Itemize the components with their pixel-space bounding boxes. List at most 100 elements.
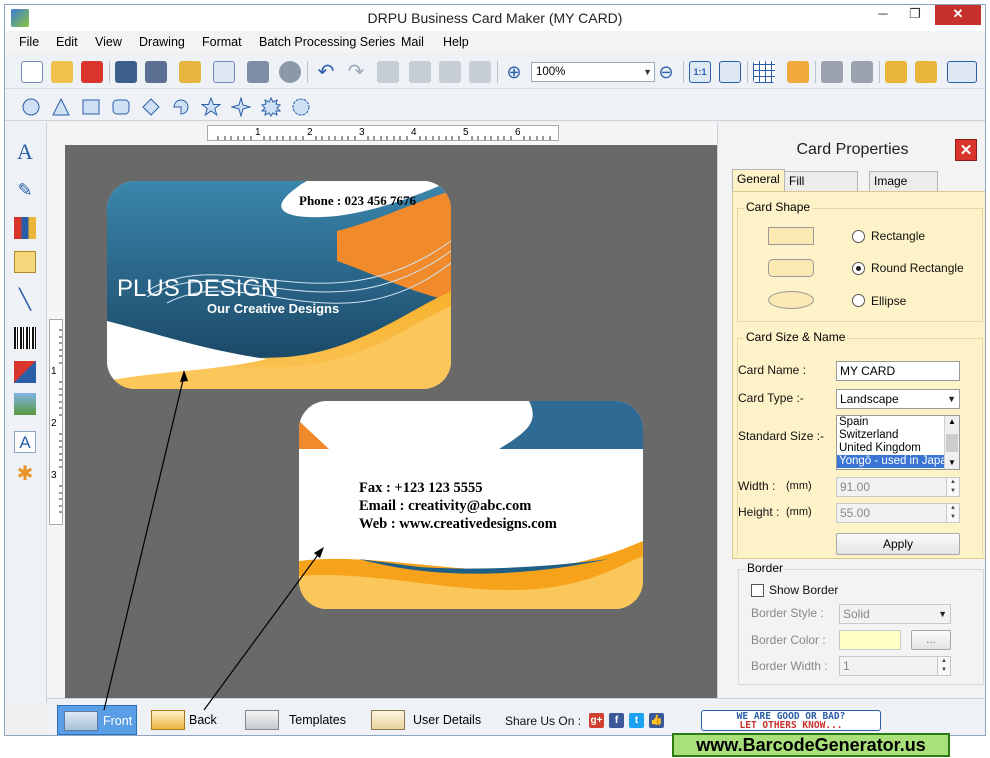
unlock-icon[interactable] bbox=[915, 61, 937, 83]
card-fax[interactable]: Fax : +123 123 5555 bbox=[359, 479, 482, 497]
border-width-spinner[interactable]: ▲ ▼ bbox=[937, 657, 950, 675]
border-style-select[interactable]: Solid ▼ bbox=[839, 604, 951, 624]
puzzle-tool-icon[interactable]: ✱ bbox=[14, 463, 36, 485]
lock-icon[interactable] bbox=[885, 61, 907, 83]
user-details-button[interactable]: User Details bbox=[365, 705, 485, 735]
list-item[interactable]: Spain bbox=[837, 416, 959, 429]
templates-button[interactable]: Templates bbox=[239, 705, 359, 735]
menu-view[interactable]: View bbox=[95, 35, 122, 49]
border-width-input[interactable]: 1 ▲ ▼ bbox=[839, 656, 951, 676]
google-plus-icon[interactable]: g+ bbox=[589, 713, 604, 728]
list-item-selected[interactable]: Yongō - used in Japan bbox=[837, 455, 959, 468]
menu-batch-processing[interactable]: Batch Processing Series bbox=[259, 35, 395, 49]
text-document-tool-icon[interactable]: A bbox=[14, 431, 36, 453]
cut-icon[interactable] bbox=[409, 61, 431, 83]
save-as-icon[interactable] bbox=[145, 61, 167, 83]
ellipse-shape-icon[interactable] bbox=[21, 97, 41, 117]
card-type-select[interactable]: Landscape ▼ bbox=[836, 389, 960, 409]
rounded-rectangle-shape-icon[interactable] bbox=[111, 97, 131, 117]
send-backward-icon[interactable] bbox=[851, 61, 873, 83]
send-mail-icon[interactable] bbox=[787, 61, 809, 83]
fit-to-window-icon[interactable] bbox=[719, 61, 741, 83]
tab-image-processing[interactable]: Image Processing bbox=[869, 171, 939, 207]
show-border-checkbox[interactable] bbox=[751, 584, 764, 597]
height-spinner[interactable]: ▲ ▼ bbox=[946, 504, 959, 522]
list-item[interactable]: Switzerland bbox=[837, 429, 959, 442]
menu-format[interactable]: Format bbox=[202, 35, 242, 49]
actual-size-icon[interactable]: 1:1 bbox=[689, 61, 711, 83]
zoom-select[interactable]: 100% ▼ bbox=[531, 62, 655, 82]
copy-icon[interactable] bbox=[377, 61, 399, 83]
close-file-icon[interactable] bbox=[81, 61, 103, 83]
delete-icon[interactable] bbox=[469, 61, 491, 83]
maximize-button[interactable]: ❐ bbox=[901, 5, 929, 25]
background-tool-icon[interactable] bbox=[14, 393, 36, 415]
border-color-swatch[interactable] bbox=[839, 630, 901, 650]
list-item[interactable]: United Kingdom bbox=[837, 442, 959, 455]
front-card[interactable]: Phone : 023 456 7676 PLUS DESIGN Our Cre… bbox=[107, 181, 451, 389]
card-name-input[interactable]: MY CARD bbox=[836, 361, 960, 381]
print-icon[interactable] bbox=[247, 61, 269, 83]
close-button[interactable]: ✕ bbox=[935, 5, 981, 25]
width-input[interactable]: 91.00 ▲ ▼ bbox=[836, 477, 960, 497]
menu-drawing[interactable]: Drawing bbox=[139, 35, 185, 49]
round-rectangle-radio[interactable] bbox=[852, 262, 865, 275]
rectangle-shape-icon[interactable] bbox=[81, 97, 101, 117]
scroll-thumb[interactable] bbox=[946, 434, 958, 452]
card-phone[interactable]: Phone : 023 456 7676 bbox=[299, 193, 416, 209]
seal-shape-icon[interactable] bbox=[291, 97, 311, 117]
signature-tool-icon[interactable]: ✎ bbox=[14, 179, 36, 201]
tab-general[interactable]: General bbox=[732, 169, 785, 191]
scroll-down-icon[interactable]: ▼ bbox=[945, 457, 959, 469]
star-shape-icon[interactable] bbox=[201, 97, 221, 117]
menu-file[interactable]: File bbox=[19, 35, 39, 49]
minimize-button[interactable]: ─ bbox=[869, 5, 897, 25]
back-card[interactable]: Fax : +123 123 5555 Email : creativity@a… bbox=[299, 401, 643, 609]
like-icon[interactable]: 👍 bbox=[649, 713, 664, 728]
export-icon[interactable] bbox=[179, 61, 201, 83]
card-email[interactable]: Email : creativity@abc.com bbox=[359, 497, 531, 515]
text-tool-icon[interactable]: A bbox=[14, 141, 36, 163]
new-file-icon[interactable] bbox=[21, 61, 43, 83]
back-tab-button[interactable]: Back bbox=[145, 705, 225, 735]
undo-icon[interactable]: ↶ bbox=[315, 61, 337, 83]
watermark-tool-icon[interactable] bbox=[14, 361, 36, 383]
tab-fill-background[interactable]: Fill Background bbox=[784, 171, 859, 207]
border-color-button[interactable]: ... bbox=[911, 630, 951, 650]
library-tool-icon[interactable] bbox=[14, 217, 36, 239]
paste-icon[interactable] bbox=[439, 61, 461, 83]
image-tool-icon[interactable] bbox=[14, 251, 36, 273]
rectangle-radio[interactable] bbox=[852, 230, 865, 243]
menu-help[interactable]: Help bbox=[443, 35, 469, 49]
triangle-shape-icon[interactable] bbox=[51, 97, 71, 117]
redo-icon[interactable]: ↷ bbox=[345, 61, 367, 83]
align-dropdown-icon[interactable] bbox=[947, 61, 977, 83]
feedback-banner[interactable]: WE ARE GOOD OR BAD? LET OTHERS KNOW... bbox=[701, 710, 881, 731]
height-input[interactable]: 55.00 ▲ ▼ bbox=[836, 503, 960, 523]
menu-mail[interactable]: Mail bbox=[401, 35, 424, 49]
grid-icon[interactable] bbox=[753, 61, 775, 83]
ellipse-radio[interactable] bbox=[852, 294, 865, 307]
save-icon[interactable] bbox=[115, 61, 137, 83]
line-tool-icon[interactable]: ╲ bbox=[14, 289, 36, 311]
bring-forward-icon[interactable] bbox=[821, 61, 843, 83]
burst-shape-icon[interactable] bbox=[261, 97, 281, 117]
standard-size-list[interactable]: Spain Switzerland United Kingdom Yongō -… bbox=[836, 415, 960, 470]
document-properties-icon[interactable] bbox=[213, 61, 235, 83]
database-icon[interactable] bbox=[279, 61, 301, 83]
arc-shape-icon[interactable] bbox=[171, 97, 191, 117]
diamond-shape-icon[interactable] bbox=[141, 97, 161, 117]
card-tagline[interactable]: Our Creative Designs bbox=[207, 301, 339, 316]
scroll-up-icon[interactable]: ▲ bbox=[945, 416, 959, 428]
twitter-icon[interactable]: t bbox=[629, 713, 644, 728]
front-tab-button[interactable]: Front bbox=[57, 705, 137, 735]
menu-edit[interactable]: Edit bbox=[56, 35, 78, 49]
zoom-in-icon[interactable]: ⊕ bbox=[503, 61, 525, 83]
facebook-icon[interactable]: f bbox=[609, 713, 624, 728]
four-point-star-shape-icon[interactable] bbox=[231, 97, 251, 117]
list-scrollbar[interactable]: ▲ ▼ bbox=[944, 416, 959, 469]
apply-button[interactable]: Apply bbox=[836, 533, 960, 555]
open-folder-icon[interactable] bbox=[51, 61, 73, 83]
card-website[interactable]: Web : www.creativedesigns.com bbox=[359, 515, 557, 533]
card-company-name[interactable]: PLUS DESIGN bbox=[117, 275, 278, 303]
